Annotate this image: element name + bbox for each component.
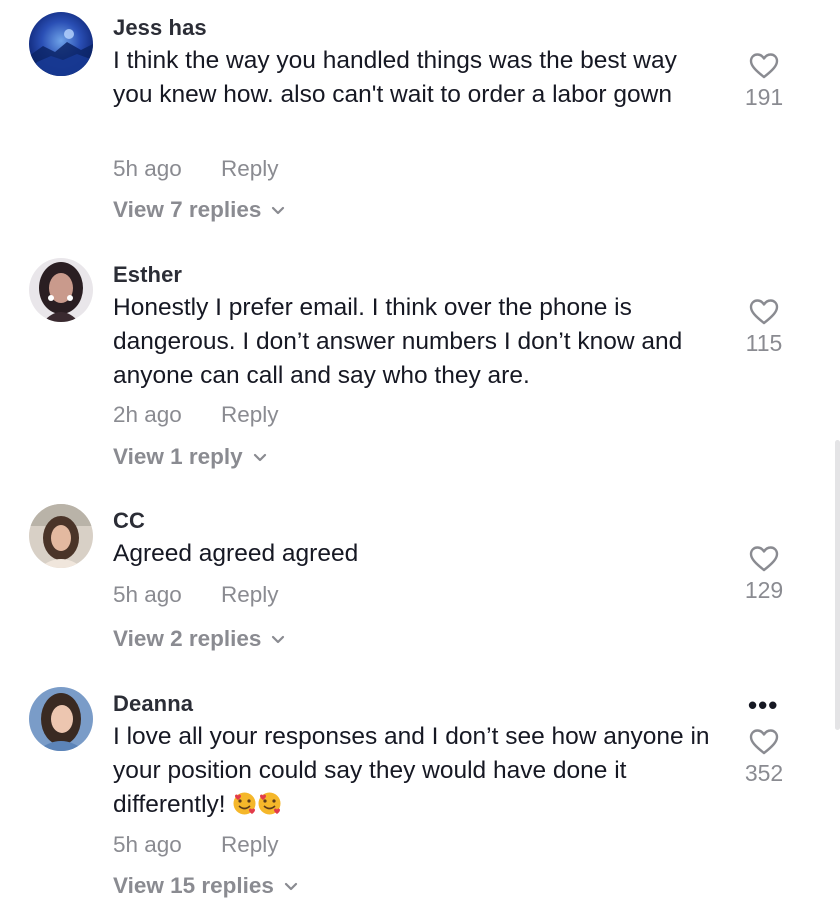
comment-text: I think the way you handled things was t… <box>113 47 677 108</box>
comment-meta: 5h ago Reply <box>113 156 279 182</box>
scrollbar[interactable] <box>835 440 840 730</box>
view-replies-button[interactable]: View 2 replies <box>113 626 285 652</box>
comment-time: 5h ago <box>113 582 182 607</box>
view-replies-button[interactable]: View 15 replies <box>113 873 298 899</box>
comment-meta: 2h ago Reply <box>113 402 279 428</box>
view-replies-button[interactable]: View 7 replies <box>113 197 285 223</box>
comment-username[interactable]: Deanna <box>113 691 193 717</box>
avatar-image <box>29 687 93 751</box>
avatar[interactable] <box>29 687 93 751</box>
like-button[interactable]: 191 <box>735 52 793 111</box>
like-button[interactable]: 129 <box>735 545 793 604</box>
view-replies-label: View 1 reply <box>113 444 243 469</box>
comment-username[interactable]: Esther <box>113 262 182 288</box>
comment-time: 2h ago <box>113 402 182 427</box>
like-button[interactable]: 115 <box>735 298 793 357</box>
reply-button[interactable]: Reply <box>221 832 279 858</box>
comment-text: Honestly I prefer email. I think over th… <box>113 294 683 389</box>
heart-icon <box>749 299 779 325</box>
like-count: 191 <box>744 84 784 110</box>
reply-button[interactable]: Reply <box>221 582 279 608</box>
comment-text: I love all your responses and I don’t se… <box>113 720 718 822</box>
avatar-image <box>29 504 93 568</box>
smiling-face-with-hearts-emoji <box>232 791 282 818</box>
comment-text-body: I love all your responses and I don’t se… <box>113 723 710 818</box>
comment-username[interactable]: Jess has <box>113 15 207 41</box>
comment-text: Agreed agreed agreed <box>113 540 359 567</box>
like-button[interactable]: 352 <box>735 728 793 787</box>
like-count: 352 <box>744 760 784 786</box>
chevron-down-icon <box>284 882 298 891</box>
reply-button[interactable]: Reply <box>221 156 279 182</box>
comment-time: 5h ago <box>113 156 182 181</box>
comment-meta: 5h ago Reply <box>113 582 279 608</box>
emoji-icon <box>258 792 281 815</box>
emoji-icon <box>233 792 256 815</box>
comment-username[interactable]: CC <box>113 508 145 534</box>
heart-icon <box>749 546 779 572</box>
avatar[interactable] <box>29 12 93 76</box>
view-replies-label: View 7 replies <box>113 197 262 222</box>
view-replies-label: View 2 replies <box>113 626 262 651</box>
like-count: 115 <box>745 330 783 356</box>
reply-button[interactable]: Reply <box>221 402 279 428</box>
view-replies-button[interactable]: View 1 reply <box>113 444 267 470</box>
comment-meta: 5h ago Reply <box>113 832 279 858</box>
chevron-down-icon <box>272 635 285 644</box>
more-options-icon[interactable]: ••• <box>748 692 778 718</box>
avatar[interactable] <box>29 258 93 322</box>
chevron-down-icon <box>253 453 266 462</box>
chevron-down-icon <box>272 206 285 215</box>
avatar-image <box>29 12 93 76</box>
heart-icon <box>749 729 779 755</box>
heart-icon <box>749 53 779 79</box>
view-replies-label: View 15 replies <box>113 873 274 898</box>
avatar[interactable] <box>29 504 93 568</box>
comment-time: 5h ago <box>113 832 182 857</box>
like-count: 129 <box>744 577 784 603</box>
avatar-image <box>29 258 93 322</box>
